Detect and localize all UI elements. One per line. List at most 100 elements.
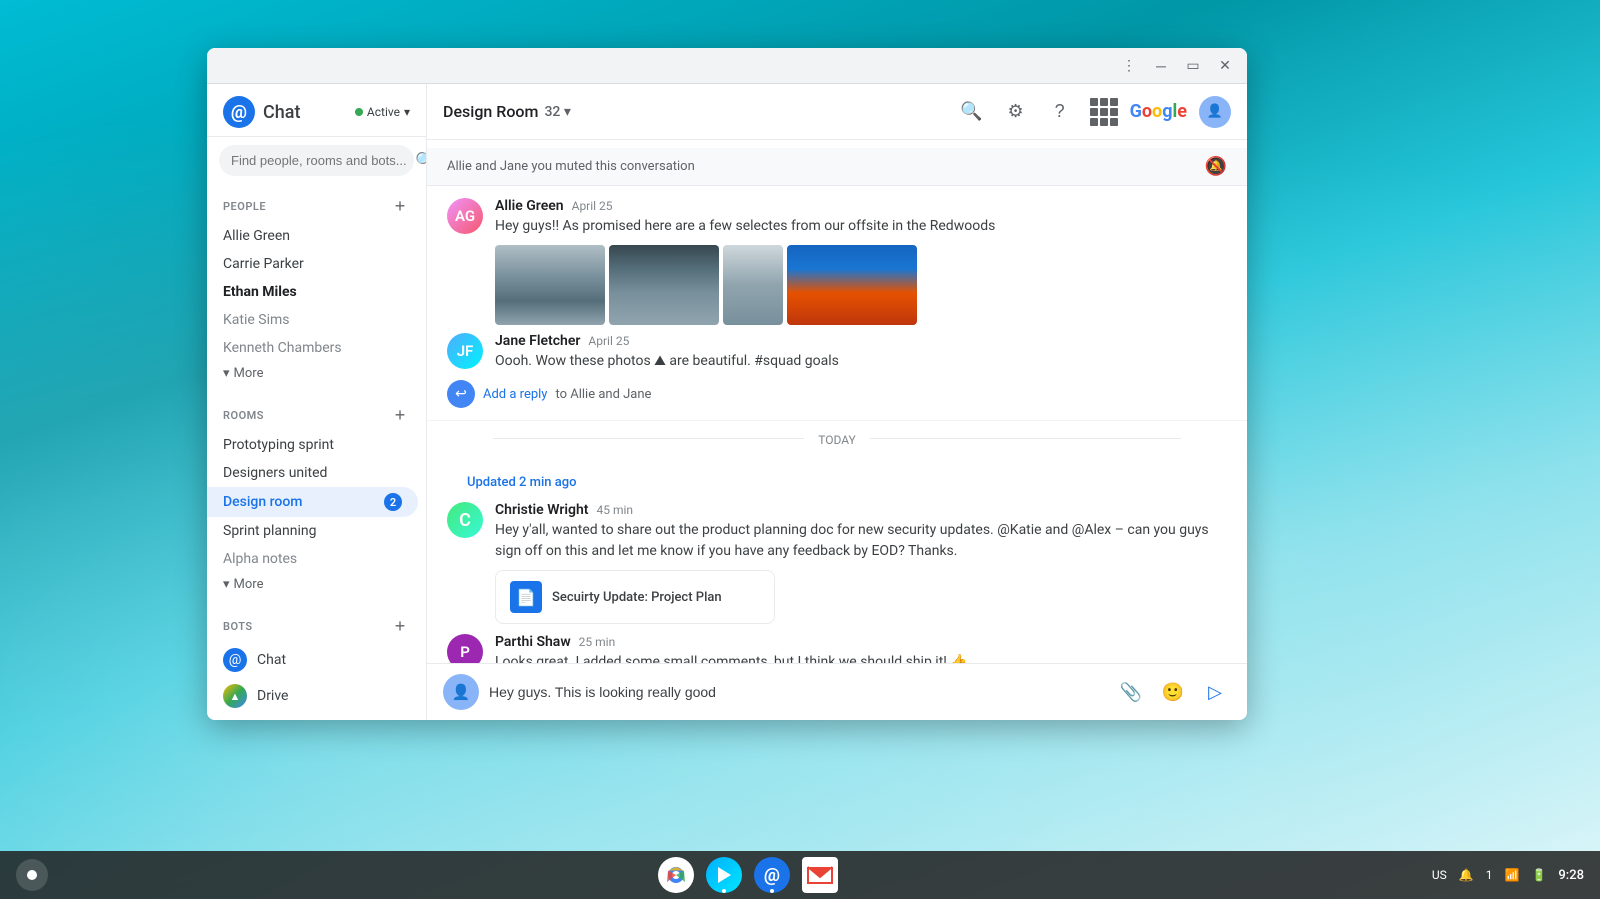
bots-section-label: BOTS — [223, 620, 253, 633]
photo-grid — [495, 245, 1227, 325]
sidebar-header: @ Chat Active ▾ — [207, 84, 426, 137]
launcher-button[interactable] — [16, 859, 48, 891]
sidebar-item-drive-bot[interactable]: ▲ Drive — [207, 678, 426, 714]
attachment-name: Secuirty Update: Project Plan — [552, 590, 722, 605]
sidebar-item-prototyping-sprint[interactable]: Prototyping sprint — [207, 431, 418, 459]
app-body: @ Chat Active ▾ 🔍 PEOPLE + — [207, 84, 1247, 720]
user-avatar[interactable]: 👤 — [1199, 96, 1231, 128]
room-name: Designers united — [223, 465, 327, 481]
message-thread-allie: AG Allie Green April 25 Hey guys!! As pr… — [427, 186, 1247, 421]
mute-notice-text: Allie and Jane you muted this conversati… — [447, 159, 695, 174]
message-header: Jane Fletcher April 25 — [495, 333, 1227, 349]
sidebar-item-carrie-parker[interactable]: Carrie Parker — [207, 250, 418, 278]
title-bar: ⋮ ─ ▭ ✕ — [207, 48, 1247, 84]
taskbar-play[interactable] — [704, 855, 744, 895]
photo-thumbnail[interactable] — [723, 245, 783, 325]
reply-row: ↩ Add a reply to Allie and Jane — [447, 380, 1227, 408]
room-name: Alpha notes — [223, 551, 297, 567]
people-section: PEOPLE + Allie Green Carrie Parker Ethan… — [207, 184, 426, 393]
doc-icon: 📄 — [510, 581, 542, 613]
taskbar-chrome[interactable] — [656, 855, 696, 895]
room-name: Prototyping sprint — [223, 437, 334, 453]
jane-avatar: JF — [447, 333, 483, 369]
search-button[interactable]: 🔍 — [954, 94, 990, 130]
taskbar-apps: @ — [64, 855, 1432, 895]
room-name-text: Design Room — [443, 102, 538, 121]
search-bar[interactable]: 🔍 — [219, 145, 414, 176]
message-content: Jane Fletcher April 25 Oooh. Wow these p… — [495, 333, 1227, 372]
current-user-avatar: 👤 — [443, 674, 479, 710]
apps-grid-button[interactable] — [1086, 94, 1122, 130]
date-divider: TODAY — [427, 421, 1247, 455]
chat-logo: @ — [223, 96, 255, 128]
active-status-badge[interactable]: Active ▾ — [355, 105, 410, 119]
search-icon: 🔍 — [415, 151, 427, 170]
add-bot-button[interactable]: + — [390, 616, 410, 636]
people-section-header: PEOPLE + — [207, 192, 426, 220]
help-button[interactable]: ? — [1042, 94, 1078, 130]
person-name: Carrie Parker — [223, 256, 304, 272]
person-name: Ethan Miles — [223, 284, 297, 300]
photo-thumbnail[interactable] — [609, 245, 719, 325]
emoji-button[interactable]: 🙂 — [1157, 676, 1189, 708]
attach-file-button[interactable]: 📎 — [1115, 676, 1147, 708]
chevron-down-icon: ▾ — [223, 577, 230, 592]
photo-thumbnail[interactable] — [787, 245, 917, 325]
room-title: Design Room 32 ▾ — [443, 102, 571, 121]
message-text: Looks great. I added some small comments… — [495, 652, 1227, 663]
search-input[interactable] — [231, 153, 407, 168]
people-more-button[interactable]: ▾ More — [207, 362, 426, 385]
message-header: Christie Wright 45 min — [495, 502, 1227, 518]
close-button[interactable]: ✕ — [1211, 54, 1239, 78]
allie-avatar: AG — [447, 198, 483, 234]
notification-icon: 🔔 — [1459, 868, 1474, 882]
sidebar-item-chat-bot[interactable]: @ Chat — [207, 642, 426, 678]
attachment-card[interactable]: 📄 Secuirty Update: Project Plan — [495, 570, 775, 624]
message-text: Oooh. Wow these photos ⛰ are beautiful. … — [495, 351, 1227, 372]
sidebar-item-allie-green[interactable]: Allie Green — [207, 222, 418, 250]
sidebar-item-alpha-notes[interactable]: Alpha notes — [207, 545, 418, 573]
person-name: Kenneth Chambers — [223, 340, 342, 356]
sidebar-item-sprint-planning[interactable]: Sprint planning — [207, 517, 418, 545]
add-room-button[interactable]: + — [390, 405, 410, 425]
notifications-off-icon[interactable]: 🔕 — [1205, 156, 1227, 177]
taskbar-gmail[interactable] — [800, 855, 840, 895]
author-name: Allie Green — [495, 198, 564, 214]
rooms-section: ROOMS + Prototyping sprint Designers uni… — [207, 393, 426, 604]
mute-notice: Allie and Jane you muted this conversati… — [427, 148, 1247, 186]
taskbar-right: US 🔔 1 📶 🔋 9:28 — [1432, 868, 1584, 883]
message-time: 25 min — [579, 635, 616, 649]
minimize-button[interactable]: ─ — [1147, 54, 1175, 78]
sidebar-item-kenneth-chambers[interactable]: Kenneth Chambers — [207, 334, 418, 362]
more-label: More — [234, 577, 264, 592]
sidebar-item-design-room[interactable]: Design room 2 — [207, 487, 418, 517]
app-window: ⋮ ─ ▭ ✕ @ Chat Active ▾ 🔍 — [207, 48, 1247, 720]
add-person-button[interactable]: + — [390, 196, 410, 216]
taskbar-chat[interactable]: @ — [752, 855, 792, 895]
message-text: Hey y'all, wanted to share out the produ… — [495, 520, 1227, 562]
region-label: US — [1432, 868, 1447, 882]
sidebar-item-designers-united[interactable]: Designers united — [207, 459, 418, 487]
messages-container[interactable]: Allie and Jane you muted this conversati… — [427, 140, 1247, 663]
rooms-more-button[interactable]: ▾ More — [207, 573, 426, 596]
chat-area: Design Room 32 ▾ 🔍 ⚙ ? — [427, 84, 1247, 720]
more-vert-button[interactable]: ⋮ — [1115, 54, 1143, 78]
active-indicator — [674, 889, 678, 893]
sidebar-item-katie-sims[interactable]: Katie Sims — [207, 306, 418, 334]
chat-header: Design Room 32 ▾ 🔍 ⚙ ? — [427, 84, 1247, 140]
maximize-button[interactable]: ▭ — [1179, 54, 1207, 78]
google-logo: Google — [1130, 101, 1187, 122]
reply-context: to Allie and Jane — [555, 387, 651, 402]
message-input[interactable] — [489, 684, 1105, 700]
more-label: More — [234, 366, 264, 381]
sidebar-item-ethan-miles[interactable]: Ethan Miles — [207, 278, 418, 306]
add-reply-button[interactable]: Add a reply — [483, 387, 547, 402]
chat-app-icon: @ — [754, 857, 790, 893]
active-label: Active — [367, 105, 400, 119]
message-row: AG Allie Green April 25 Hey guys!! As pr… — [447, 198, 1227, 325]
send-button[interactable]: ▷ — [1199, 676, 1231, 708]
battery-icon: 🔋 — [1531, 868, 1546, 882]
settings-button[interactable]: ⚙ — [998, 94, 1034, 130]
photo-thumbnail[interactable] — [495, 245, 605, 325]
message-row-jane: JF Jane Fletcher April 25 Oooh. Wow thes… — [447, 333, 1227, 372]
